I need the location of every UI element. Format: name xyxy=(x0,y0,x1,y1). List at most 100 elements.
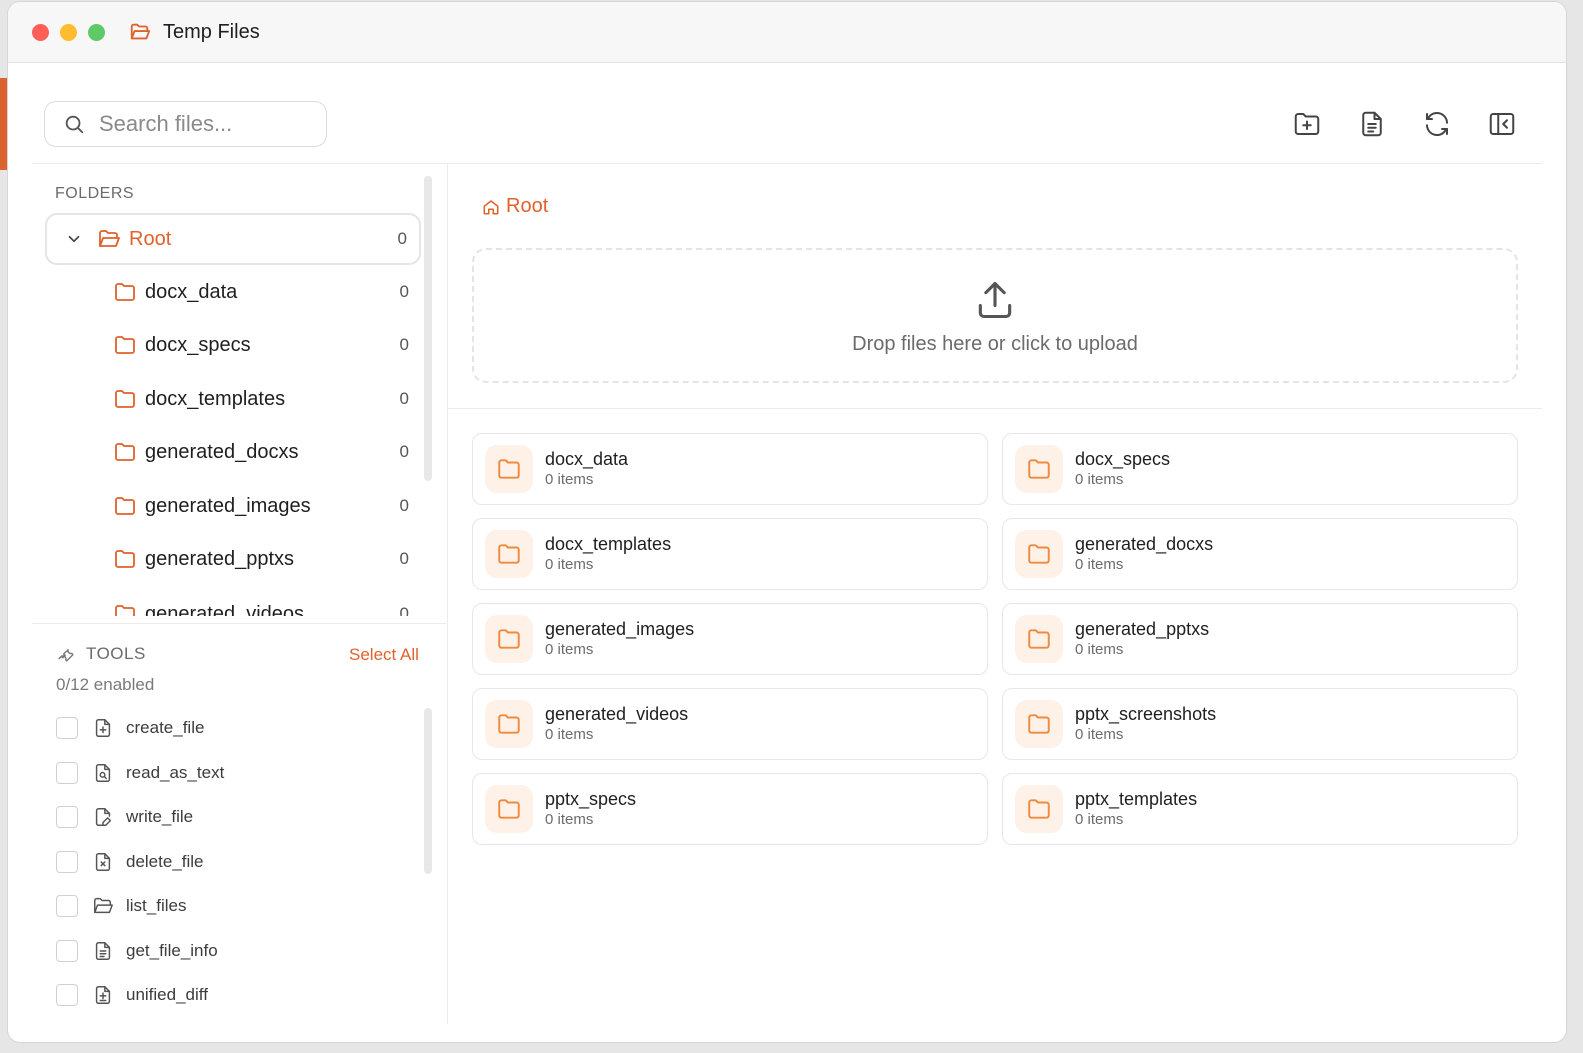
sidebar-divider xyxy=(447,164,448,1024)
folder-name: generated_videos xyxy=(545,704,689,724)
folder-icon xyxy=(498,799,520,819)
tools-scrollbar[interactable] xyxy=(424,708,432,874)
sidebar-item-docx-data[interactable]: docx_data 0 xyxy=(113,272,419,312)
folder-card[interactable]: pptx_templates 0 items xyxy=(1002,773,1518,845)
tool-checkbox[interactable] xyxy=(56,762,78,784)
sidebar-item-label: generated_pptxs xyxy=(145,547,295,570)
search-input[interactable] xyxy=(97,110,311,138)
tool-row-create-file[interactable]: create_file xyxy=(56,714,204,742)
folder-card[interactable]: pptx_screenshots 0 items xyxy=(1002,688,1518,760)
folder-icon xyxy=(498,629,520,649)
tool-row-write-file[interactable]: write_file xyxy=(56,803,193,831)
sidebar-item-generated-docxs[interactable]: generated_docxs 0 xyxy=(113,432,419,472)
tool-row-unified-diff[interactable]: unified_diff xyxy=(56,981,208,1009)
file-pen-icon xyxy=(95,808,112,826)
folder-icon xyxy=(1028,459,1050,479)
toolbar-divider xyxy=(32,163,1542,164)
close-window-button[interactable] xyxy=(32,23,49,41)
sidebar-item-generated-videos[interactable]: generated_videos 0 xyxy=(113,596,419,616)
refresh-button[interactable] xyxy=(1419,106,1455,142)
breadcrumb[interactable]: Root xyxy=(482,195,548,218)
tool-checkbox[interactable] xyxy=(56,895,78,917)
file-search-icon xyxy=(95,764,111,782)
dropzone-text: Drop files here or click to upload xyxy=(852,333,1138,355)
chevron-down-icon[interactable] xyxy=(65,230,83,248)
tool-name: read_as_text xyxy=(126,763,225,782)
select-all-button[interactable]: Select All xyxy=(349,645,419,665)
folder-icon xyxy=(115,443,135,461)
tool-name: unified_diff xyxy=(126,985,208,1004)
tool-checkbox[interactable] xyxy=(56,717,78,739)
tool-row-read-as-text[interactable]: read_as_text xyxy=(56,759,224,787)
tool-checkbox[interactable] xyxy=(56,806,78,828)
sidebar-item-label: generated_images xyxy=(145,494,311,517)
item-count: 0 xyxy=(399,496,409,515)
minimize-window-button[interactable] xyxy=(60,23,77,41)
folder-card[interactable]: docx_templates 0 items xyxy=(472,518,988,590)
file-text-icon xyxy=(1362,111,1382,137)
folder-chip xyxy=(485,445,533,493)
sidebar-item-root[interactable]: Root 0 xyxy=(45,213,421,265)
tool-row-list-files[interactable]: list_files xyxy=(56,892,186,920)
sidebar-item-label: generated_videos xyxy=(145,602,305,617)
sidebar-item-docx-specs[interactable]: docx_specs 0 xyxy=(113,325,419,365)
folder-icon xyxy=(1028,799,1050,819)
folder-chip xyxy=(485,615,533,663)
sidebar-item-label: docx_data xyxy=(145,280,238,303)
tool-checkbox[interactable] xyxy=(56,851,78,873)
new-file-button[interactable] xyxy=(1354,106,1390,142)
folder-name: docx_templates xyxy=(545,534,672,554)
folder-card[interactable]: generated_videos 0 items xyxy=(472,688,988,760)
sidebar-item-generated-images[interactable]: generated_images 0 xyxy=(113,486,419,526)
item-count: 0 xyxy=(399,604,409,616)
folder-item-count: 0 items xyxy=(1075,726,1124,743)
folder-card[interactable]: docx_data 0 items xyxy=(472,433,988,505)
folder-icon xyxy=(115,550,135,568)
search-box[interactable] xyxy=(44,101,327,147)
folder-name: pptx_templates xyxy=(1075,789,1198,809)
maximize-window-button[interactable] xyxy=(88,23,105,41)
folder-chip xyxy=(1015,700,1063,748)
folder-name: generated_pptxs xyxy=(1075,619,1210,639)
tool-row-delete-file[interactable]: delete_file xyxy=(56,848,204,876)
upload-dropzone[interactable]: Drop files here or click to upload xyxy=(472,248,1518,383)
file-diff-icon xyxy=(95,986,111,1004)
folder-card[interactable]: pptx_specs 0 items xyxy=(472,773,988,845)
folder-item-count: 0 items xyxy=(545,726,594,743)
folder-item-count: 0 items xyxy=(1075,471,1124,488)
sidebar-item-label: docx_specs xyxy=(145,333,251,356)
folder-chip xyxy=(485,700,533,748)
folder-name: generated_docxs xyxy=(1075,534,1214,554)
app-window: Temp Files FOL xyxy=(8,2,1566,1042)
folder-card[interactable]: generated_pptxs 0 items xyxy=(1002,603,1518,675)
folder-card[interactable]: generated_images 0 items xyxy=(472,603,988,675)
folder-icon xyxy=(498,544,520,564)
item-count: 0 xyxy=(399,335,409,354)
item-count: 0 xyxy=(399,282,409,301)
tool-row-get-file-info[interactable]: get_file_info xyxy=(56,937,218,965)
folder-card[interactable]: generated_docxs 0 items xyxy=(1002,518,1518,590)
folders-scrollbar[interactable] xyxy=(424,176,432,481)
tool-checkbox[interactable] xyxy=(56,940,78,962)
tool-checkbox[interactable] xyxy=(56,984,78,1006)
dropzone-divider xyxy=(448,408,1542,409)
new-folder-button[interactable] xyxy=(1289,106,1325,142)
tools-label: TOOLS xyxy=(86,644,146,663)
tool-name: write_file xyxy=(126,807,194,826)
folder-item-count: 0 items xyxy=(1075,811,1124,828)
sidebar-item-label: docx_templates xyxy=(145,387,286,410)
refresh-icon xyxy=(1426,111,1448,137)
sidebar-item-docx-templates[interactable]: docx_templates 0 xyxy=(113,379,419,419)
folder-icon xyxy=(1028,629,1050,649)
upload-icon xyxy=(978,281,1012,319)
background-window-edge xyxy=(0,78,8,170)
search-icon xyxy=(65,115,84,134)
sidebar-item-generated-pptxs[interactable]: generated_pptxs 0 xyxy=(113,539,419,579)
toggle-panel-button[interactable] xyxy=(1484,106,1520,142)
item-count: 0 xyxy=(399,549,409,568)
folder-card[interactable]: docx_specs 0 items xyxy=(1002,433,1518,505)
file-plus-icon xyxy=(95,719,111,737)
folder-name: generated_images xyxy=(545,619,695,639)
folder-icon xyxy=(498,459,520,479)
folder-open-icon xyxy=(99,230,120,247)
